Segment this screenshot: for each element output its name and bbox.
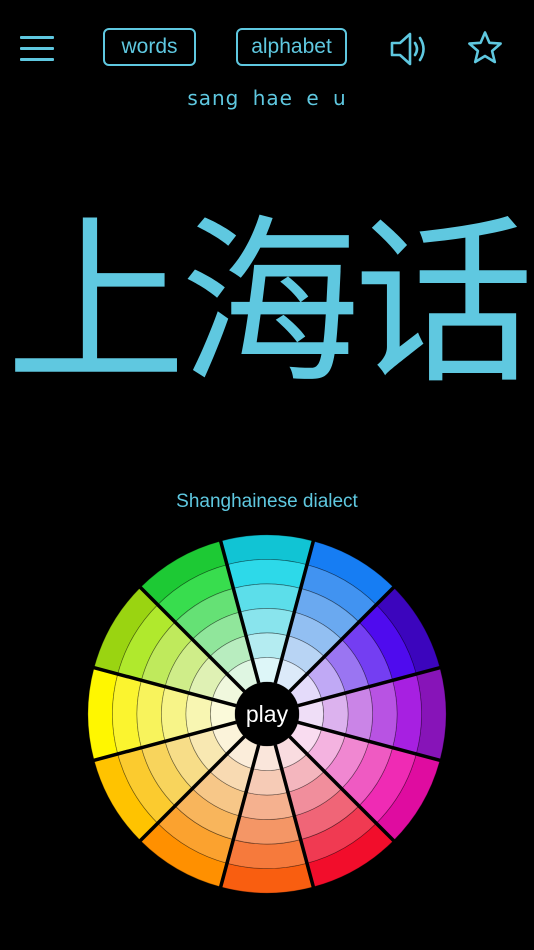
wheel-segment[interactable] [344, 686, 373, 742]
alphabet-button[interactable]: alphabet [236, 28, 347, 66]
wheel-segment[interactable] [232, 583, 302, 613]
speaker-icon[interactable] [389, 30, 431, 68]
wheel-segment[interactable] [239, 608, 295, 637]
dialect-label: Shanghainese dialect [176, 491, 358, 512]
chinese-characters: 上海话 [5, 200, 534, 409]
menu-icon[interactable] [20, 30, 56, 66]
words-button[interactable]: words [103, 28, 196, 66]
color-wheel[interactable]: play [86, 533, 448, 895]
wheel-segment[interactable] [232, 815, 302, 845]
wheel-segment[interactable] [136, 679, 166, 749]
wheel-segment[interactable] [368, 679, 398, 749]
top-bar: words alphabet [0, 0, 534, 96]
wheel-segment[interactable] [161, 686, 190, 742]
romanization-text: sang hae e u [187, 86, 347, 110]
play-button[interactable]: play [246, 701, 289, 727]
star-icon[interactable] [467, 30, 503, 66]
wheel-segment[interactable] [239, 791, 295, 820]
